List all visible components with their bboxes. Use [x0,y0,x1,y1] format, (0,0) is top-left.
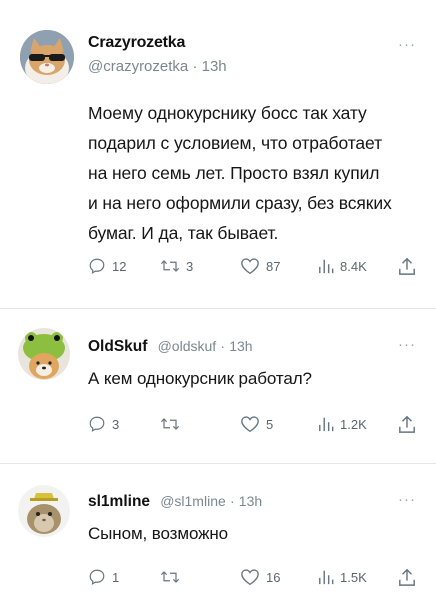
separator: · [192,58,198,75]
heart-icon [241,569,259,586]
views-icon [319,417,334,432]
avatar[interactable] [18,485,70,537]
like-button[interactable]: 5 [240,412,273,436]
retweet-icon [160,418,180,430]
views-count: 1.5K [340,569,367,585]
tweet-2[interactable]: OldSkuf @oldskuf · 13h ··· А кем однокур… [0,310,436,470]
separator: · [220,338,226,354]
tweet-text-line: А кем однокурсник работал? [88,369,312,388]
cat-with-sunglasses-image [20,30,74,84]
avatar[interactable] [20,30,74,84]
reply-button[interactable]: 12 [88,254,126,278]
views-count: 8.4K [340,258,367,274]
timestamp[interactable]: 13h [229,338,252,354]
views-icon [319,259,334,274]
more-options-icon[interactable]: ··· [398,491,416,508]
more-options-icon[interactable]: ··· [398,36,416,53]
retweet-button[interactable]: 3 [160,254,193,278]
display-name[interactable]: OldSkuf [88,338,147,355]
handle[interactable]: @crazyrozetka [88,58,188,75]
separator: · [229,493,235,509]
tweet-text-line: бумаг. И да, так бывает. [88,223,279,243]
display-name[interactable]: Crazyrozetka [88,34,185,52]
tweet-text-line: подарил с условием, что отработает [88,133,383,153]
like-count: 5 [266,416,274,432]
action-bar: 12 3 87 8.4K [0,254,436,278]
views-count: 1.2K [340,416,367,432]
like-button[interactable]: 87 [240,254,280,278]
views-button[interactable]: 8.4K [318,254,367,278]
avatar[interactable] [18,328,70,380]
share-button[interactable] [398,412,416,436]
retweet-icon [160,571,180,583]
dog-in-frog-hat-image [18,328,70,380]
tweet-text-line: Сыном, возможно [88,524,229,543]
tweet-text: А кем однокурсник работал? [88,364,312,394]
tweet-text: Сыном, возможно [88,519,228,549]
tweet-text-line: на него семь лет. Просто взял купил [88,163,380,183]
divider [0,463,436,464]
name-handle-time-row: OldSkuf @oldskuf · 13h [88,338,253,356]
retweet-icon [160,260,180,272]
tweet-1[interactable]: Crazyrozetka @crazyrozetka · 13h ··· Мое… [0,0,436,312]
handle-and-time: @crazyrozetka · 13h [88,58,227,75]
like-button[interactable]: 16 [240,565,280,589]
display-name[interactable]: sl1mline [88,493,150,510]
share-button[interactable] [398,254,416,278]
like-count: 87 [266,258,281,274]
heart-icon [241,416,259,433]
more-options-icon[interactable]: ··· [398,336,416,353]
reply-count: 12 [112,258,127,274]
timestamp[interactable]: 13h [239,493,262,509]
action-bar: 1 16 1.5K [0,565,436,589]
views-icon [319,570,334,585]
retweet-button[interactable] [160,565,186,589]
handle[interactable]: @oldskuf [158,338,217,354]
reply-count: 3 [112,416,120,432]
tweet-text: Моему однокурснику босс так хату подарил… [88,98,392,248]
share-icon [399,257,415,275]
reply-button[interactable]: 3 [88,412,119,436]
reply-count: 1 [112,569,120,585]
timestamp[interactable]: 13h [202,58,227,75]
like-count: 16 [266,569,281,585]
retweet-button[interactable] [160,412,186,436]
views-button[interactable]: 1.5K [318,565,367,589]
action-bar: 3 5 1.2K [0,412,436,436]
views-button[interactable]: 1.2K [318,412,367,436]
heart-icon [241,258,259,275]
divider [0,308,436,309]
share-icon [399,415,415,433]
tweet-text-line: и на него оформили сразу, без всяких [88,193,392,213]
share-button[interactable] [398,565,416,589]
handle[interactable]: @sl1mline [160,493,226,509]
name-handle-time-row: sl1mline @sl1mline · 13h [88,493,262,511]
hamster-with-hat-image [18,485,70,537]
reply-icon [89,416,105,432]
retweet-count: 3 [186,258,194,274]
reply-button[interactable]: 1 [88,565,119,589]
tweet-3[interactable]: sl1mline @sl1mline · 13h ··· Сыном, возм… [0,465,436,600]
share-icon [399,568,415,586]
tweet-text-line: Моему однокурснику босс так хату [88,103,367,123]
reply-icon [89,569,105,585]
reply-icon [89,258,105,274]
